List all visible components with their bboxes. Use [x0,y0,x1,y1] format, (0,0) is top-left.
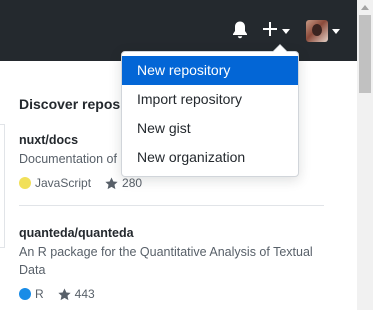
chevron-down-icon [332,28,340,34]
repo-stars[interactable]: 280 [122,176,142,190]
side-panel-edge [0,124,5,248]
chevron-down-icon [282,28,290,34]
repo-card: quanteda/quanteda An R package for the Q… [19,226,324,301]
menu-item-import-repository[interactable]: Import repository [122,85,298,114]
bell-icon[interactable] [231,20,249,40]
create-new-button[interactable] [262,18,294,44]
language-color-dot [19,177,31,189]
user-menu-button[interactable] [306,19,342,43]
star-icon[interactable] [58,287,71,301]
scrollbar[interactable] [357,0,373,310]
repo-meta: JavaScript 280 [19,176,324,190]
repo-language: JavaScript [35,176,92,190]
repo-meta: R 443 [19,287,324,301]
menu-item-new-gist[interactable]: New gist [122,114,298,143]
scroll-up-arrow-icon[interactable] [361,5,369,10]
create-dropdown-menu: New repository Import repository New gis… [121,44,299,177]
repo-language: R [35,287,44,301]
language-color-dot [19,288,31,300]
menu-item-new-organization[interactable]: New organization [122,143,298,172]
repo-stars[interactable]: 443 [75,287,95,301]
divider [19,205,324,206]
menu-item-new-repository[interactable]: New repository [122,56,298,85]
scrollbar-thumb[interactable] [359,15,371,93]
avatar [306,20,328,42]
star-icon[interactable] [105,176,118,190]
plus-icon [262,21,278,42]
repo-description: An R package for the Quantitative Analys… [19,245,313,277]
dropdown-caret [272,44,288,52]
repo-link[interactable]: quanteda/quanteda [19,226,324,240]
